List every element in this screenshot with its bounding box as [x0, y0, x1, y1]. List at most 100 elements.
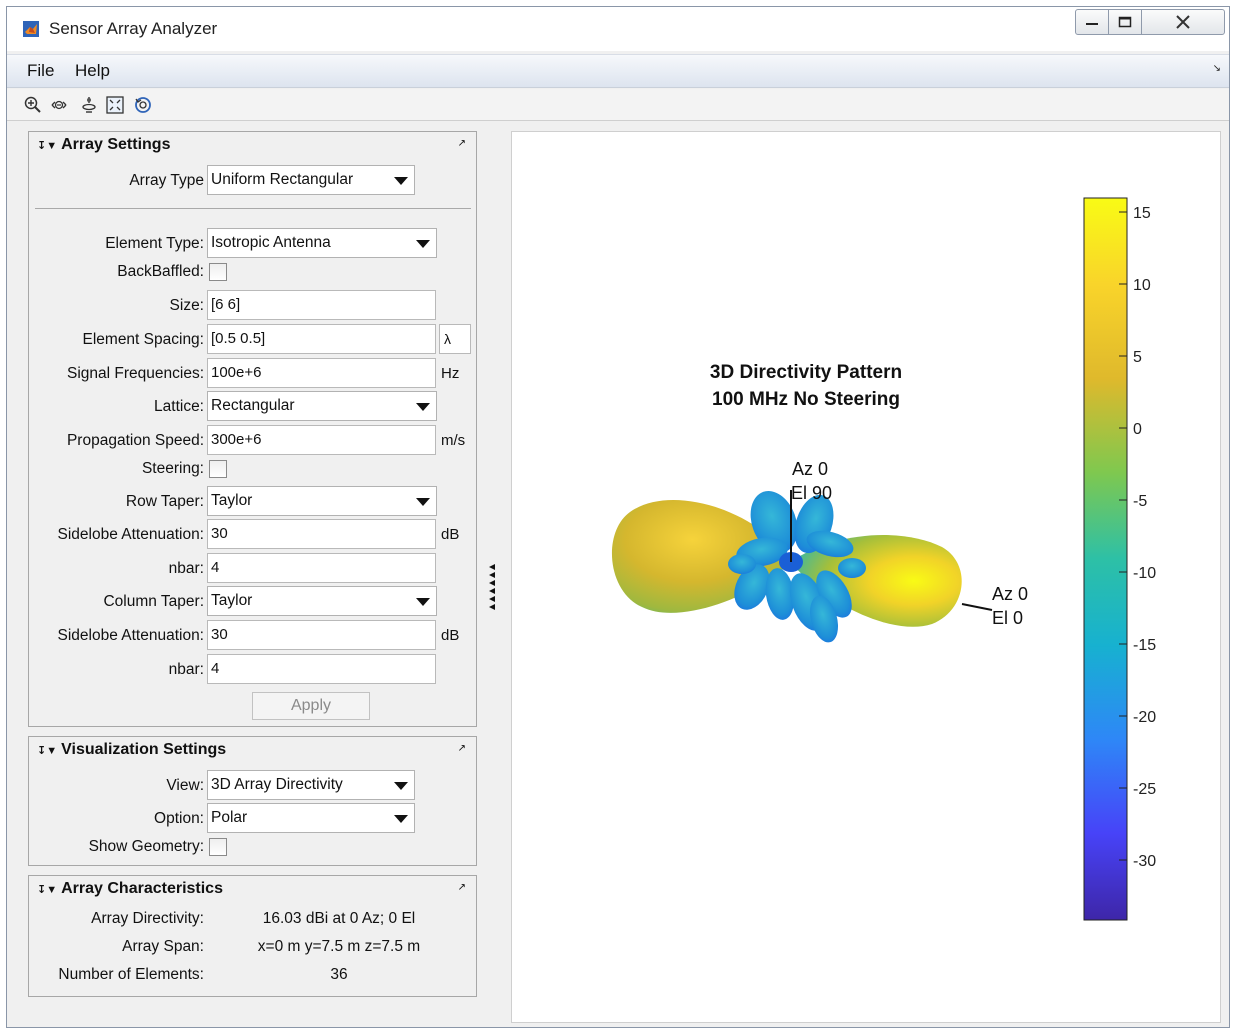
row-taper-value: Taylor [211, 492, 253, 509]
maximize-button[interactable] [1108, 9, 1142, 35]
array-type-select[interactable]: Uniform Rectangular [207, 165, 415, 195]
element-spacing-unit-select[interactable]: λ [439, 324, 471, 354]
array-span-label: Array Span: [122, 938, 204, 955]
directivity-pattern-surface [611, 491, 962, 643]
rotate-icon[interactable] [79, 95, 99, 115]
propagation-speed-label: Propagation Speed: [66, 432, 204, 449]
colorbar-tick-label: 10 [1133, 277, 1151, 294]
el0-annotation-line [961, 603, 993, 611]
chevron-down-icon [394, 815, 408, 823]
show-geometry-checkbox[interactable] [209, 838, 227, 856]
row-nbar-label: nbar: [168, 560, 204, 577]
collapse-arrows-icon[interactable]: ↧▼ [37, 140, 57, 152]
option-label: Option: [154, 810, 204, 827]
menu-help[interactable]: Help [75, 61, 110, 81]
chevron-down-icon [416, 498, 430, 506]
array-settings-header[interactable]: ↧▼ Array Settings [37, 136, 170, 154]
array-settings-title: Array Settings [61, 136, 171, 153]
visualization-settings-title: Visualization Settings [61, 741, 227, 758]
view-label: View: [166, 777, 204, 794]
array-span-value: x=0 m y=7.5 m z=7.5 m [257, 938, 421, 955]
zoom-out-icon[interactable] [49, 95, 69, 115]
annotation-top-az: Az 0 [792, 459, 828, 479]
annotation-top-el: El 90 [791, 483, 832, 503]
backbaffled-label: BackBaffled: [117, 263, 204, 280]
column-taper-label: Column Taper: [103, 593, 204, 610]
reset-view-icon[interactable] [133, 95, 153, 115]
row-sidelobe-unit: dB [441, 526, 460, 543]
signal-frequencies-unit: Hz [441, 365, 460, 382]
colorbar-tick-label: -25 [1133, 781, 1156, 798]
app-window: Sensor Array Analyzer File Help ↘ ↧▼ Arr… [6, 6, 1230, 1028]
close-button[interactable] [1141, 9, 1225, 35]
element-spacing-label: Element Spacing: [82, 331, 205, 348]
menu-bar: File Help ↘ [7, 54, 1229, 88]
lattice-select[interactable]: Rectangular [207, 391, 437, 421]
matlab-logo-icon [23, 21, 39, 37]
array-directivity-label: Array Directivity: [91, 910, 204, 927]
array-characteristics-header[interactable]: ↧▼ Array Characteristics [37, 880, 223, 898]
column-nbar-input[interactable]: 4 [207, 654, 436, 684]
chevron-down-icon [416, 240, 430, 248]
apply-button[interactable]: Apply [252, 692, 370, 720]
colorbar-tick-label: -10 [1133, 565, 1156, 582]
column-sidelobe-input[interactable]: 30 [207, 620, 436, 650]
directivity-figure[interactable]: 3D Directivity Pattern 100 MHz No Steeri… [512, 132, 1222, 1024]
view-select[interactable]: 3D Array Directivity [207, 770, 415, 800]
element-type-select[interactable]: Isotropic Antenna [207, 228, 437, 258]
array-type-label: Array Type [129, 172, 204, 189]
array-directivity-value: 16.03 dBi at 0 Az; 0 El [262, 910, 416, 927]
title-bar: Sensor Array Analyzer [7, 7, 1229, 51]
undock-icon[interactable]: ↗ [458, 743, 466, 754]
number-of-elements-label: Number of Elements: [58, 966, 204, 983]
dock-arrow-icon[interactable]: ↘ [1213, 63, 1221, 74]
size-label: Size: [169, 297, 204, 314]
plot-title-line-1: 3D Directivity Pattern [710, 362, 902, 383]
chevron-down-icon [394, 782, 408, 790]
menu-file[interactable]: File [27, 61, 54, 81]
row-taper-select[interactable]: Taylor [207, 486, 437, 516]
chevron-down-icon [394, 177, 408, 185]
chevron-down-icon [416, 598, 430, 606]
panel-splitter-handle[interactable] [488, 563, 496, 611]
backbaffled-checkbox[interactable] [209, 263, 227, 281]
colorbar-tick-label: 15 [1133, 205, 1151, 222]
plot-title-line-2: 100 MHz No Steering [712, 389, 900, 410]
plot-area[interactable]: 3D Directivity Pattern 100 MHz No Steeri… [511, 131, 1221, 1023]
fit-to-view-icon[interactable] [105, 95, 125, 115]
steering-label: Steering: [141, 460, 204, 477]
close-icon [1176, 15, 1190, 29]
row-taper-label: Row Taper: [125, 493, 204, 510]
element-spacing-input[interactable]: [0.5 0.5] [207, 324, 436, 354]
collapse-arrows-icon[interactable]: ↧▼ [37, 745, 57, 757]
zoom-in-icon[interactable] [23, 95, 43, 115]
option-value: Polar [211, 809, 248, 826]
signal-frequencies-label: Signal Frequencies: [67, 365, 204, 382]
undock-icon[interactable]: ↗ [458, 138, 466, 149]
visualization-settings-header[interactable]: ↧▼ Visualization Settings [37, 741, 226, 759]
steering-checkbox[interactable] [209, 460, 227, 478]
propagation-speed-unit: m/s [441, 432, 466, 449]
row-sidelobe-input[interactable]: 30 [207, 519, 436, 549]
visualization-settings-panel: ↧▼ Visualization Settings ↗ View: 3D Arra… [28, 736, 477, 866]
array-characteristics-title: Array Characteristics [61, 880, 223, 897]
column-taper-select[interactable]: Taylor [207, 586, 437, 616]
minimize-icon [1086, 23, 1098, 25]
annotation-right-el: El 0 [992, 608, 1023, 628]
collapse-arrows-icon[interactable]: ↧▼ [37, 884, 57, 896]
signal-frequencies-input[interactable]: 100e+6 [207, 358, 436, 388]
colorbar [1083, 197, 1128, 921]
toolbar [7, 89, 1229, 121]
colorbar-tick-label: -20 [1133, 709, 1156, 726]
option-select[interactable]: Polar [207, 803, 415, 833]
propagation-speed-input[interactable]: 300e+6 [207, 425, 436, 455]
size-input[interactable]: [6 6] [207, 290, 436, 320]
lattice-label: Lattice: [154, 398, 204, 415]
minimize-button[interactable] [1075, 9, 1109, 35]
array-characteristics-panel: ↧▼ Array Characteristics ↗ Array Directiv… [28, 875, 477, 997]
number-of-elements-value: 36 [330, 966, 348, 983]
maximize-icon [1118, 16, 1132, 28]
undock-icon[interactable]: ↗ [458, 882, 466, 893]
element-type-label: Element Type: [105, 235, 204, 252]
row-nbar-input[interactable]: 4 [207, 553, 436, 583]
